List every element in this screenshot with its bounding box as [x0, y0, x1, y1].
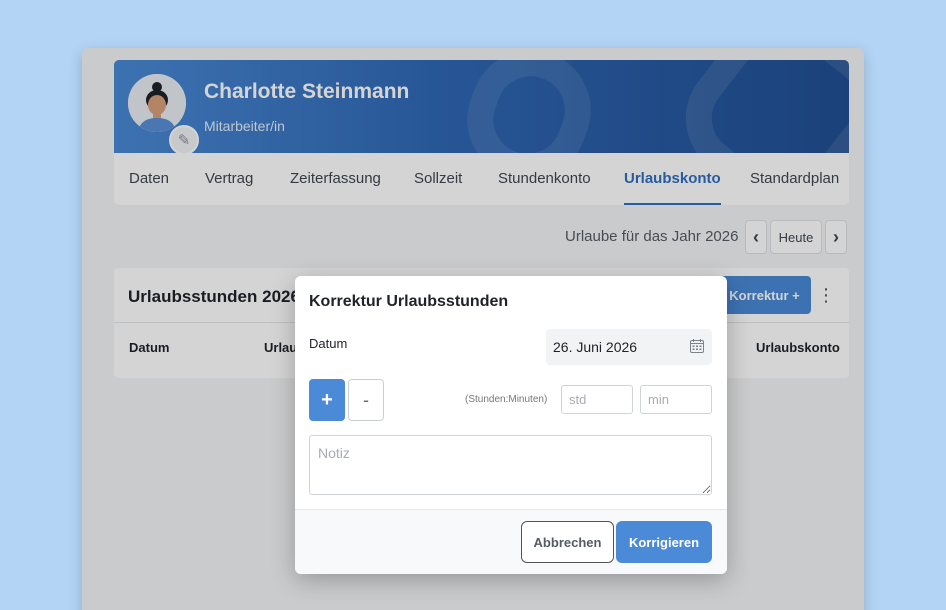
dialog-footer: Abbrechen Korrigieren: [295, 509, 727, 574]
dialog-title: Korrektur Urlaubsstunden: [309, 293, 509, 310]
cancel-button[interactable]: Abbrechen: [521, 521, 614, 563]
date-value: 26. Juni 2026: [553, 339, 638, 355]
hours-minutes-label: (Stunden:Minuten): [465, 394, 548, 405]
minutes-input[interactable]: [640, 385, 712, 414]
calendar-icon: [690, 339, 704, 353]
hours-input[interactable]: [561, 385, 633, 414]
date-picker-field[interactable]: 26. Juni 2026: [546, 329, 712, 365]
note-textarea[interactable]: [309, 435, 712, 495]
datum-label: Datum: [309, 336, 348, 351]
subtract-hours-button[interactable]: -: [348, 379, 384, 421]
confirm-button[interactable]: Korrigieren: [616, 521, 712, 563]
korrektur-dialog: Korrektur Urlaubsstunden Datum 26. Juni …: [295, 276, 727, 574]
add-hours-button[interactable]: +: [309, 379, 345, 421]
